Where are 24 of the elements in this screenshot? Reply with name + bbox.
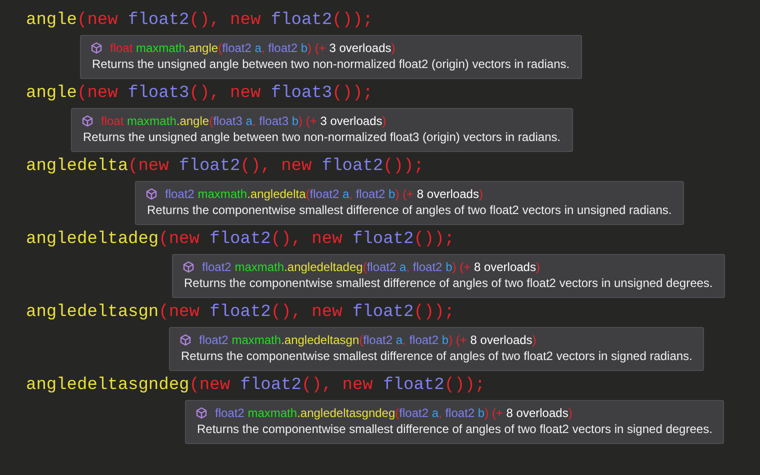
code-line: angle(new float3(), new float3()); (26, 83, 373, 105)
description: Returns the componentwise smallest difference of angles of two float2 vectors in signed degrees. (197, 421, 712, 438)
cube-icon (146, 188, 157, 200)
code-line: angledeltasgndeg(new float2(), new float2()); (26, 375, 486, 397)
description: Returns the unsigned angle between two non-normalized float3 (origin) vectors in radians. (83, 129, 561, 146)
cube-icon (183, 261, 194, 273)
cube-icon (180, 334, 191, 346)
method-signature: float maxmath.angle(float3 a, float3 b) (+ 3 overloads) (101, 113, 386, 129)
method-signature: float2 maxmath.angledeltasgndeg(float2 a, float2 b) (+ 8 overloads) (215, 405, 572, 421)
description: Returns the componentwise smallest difference of angles of two float2 vectors in signed radians. (181, 348, 692, 365)
method-signature: float maxmath.angle(float2 a, float2 b) (+ 3 overloads) (110, 40, 396, 56)
cube-icon (82, 115, 93, 127)
cube-icon (91, 42, 102, 54)
code-line: angledeltasgn(new float2(), new float2()); (26, 302, 455, 324)
method-signature: float2 maxmath.angledeltadeg(float2 a, float2 b) (+ 8 overloads) (202, 259, 540, 275)
code-line: angle(new float2(), new float2()); (26, 10, 373, 32)
description: Returns the componentwise smallest difference of angles of two float2 vectors in unsigned radians. (147, 202, 672, 219)
method-signature: float2 maxmath.angledeltasgn(float2 a, float2 b) (+ 8 overloads) (199, 332, 536, 348)
description: Returns the componentwise smallest difference of angles of two float2 vectors in unsigned degrees. (184, 275, 713, 292)
cube-icon (196, 407, 207, 419)
code-line: angledelta(new float2(), new float2()); (26, 156, 424, 178)
description: Returns the unsigned angle between two non-normalized float2 (origin) vectors in radians. (92, 56, 570, 73)
method-signature: float2 maxmath.angledelta(float2 a, float2 b) (+ 8 overloads) (165, 186, 483, 202)
code-line: angledeltadeg(new float2(), new float2()); (26, 229, 455, 251)
